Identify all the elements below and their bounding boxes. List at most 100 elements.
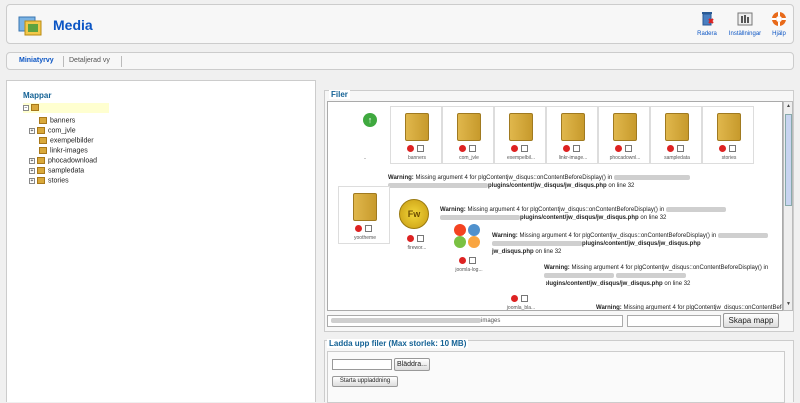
folder-icon bbox=[613, 113, 637, 141]
new-folder-name-input[interactable] bbox=[627, 315, 721, 327]
file-item-label: joomla_bla... bbox=[506, 305, 536, 311]
tree-item-label: phocadownload bbox=[48, 157, 98, 165]
delete-icon[interactable] bbox=[459, 145, 466, 152]
select-checkbox[interactable] bbox=[417, 235, 424, 242]
folder-icon bbox=[37, 177, 45, 184]
folders-legend: Mappar bbox=[21, 91, 54, 100]
delete-icon[interactable] bbox=[511, 145, 518, 152]
delete-icon[interactable] bbox=[563, 145, 570, 152]
select-checkbox[interactable] bbox=[469, 145, 476, 152]
trash-icon bbox=[702, 12, 714, 26]
settings-button[interactable]: Inställningar bbox=[725, 11, 765, 41]
delete-icon[interactable] bbox=[511, 295, 518, 302]
folder-icon bbox=[31, 104, 39, 111]
php-warning: Warning: Missing argument 4 for plgConte… bbox=[596, 305, 782, 311]
help-icon bbox=[772, 12, 786, 26]
file-item-folder[interactable]: yootheme bbox=[338, 186, 390, 244]
folder-tree-root[interactable]: − bbox=[23, 103, 109, 113]
scroll-down-icon[interactable]: ▼ bbox=[785, 301, 792, 309]
file-item-image[interactable]: joomla-log... bbox=[442, 220, 494, 278]
folder-icon bbox=[37, 127, 45, 134]
tab-detail-view[interactable]: Detaljerad vy bbox=[69, 57, 110, 64]
delete-icon[interactable] bbox=[719, 145, 726, 152]
tree-item-com-jvle[interactable]: + com_jvle bbox=[29, 127, 76, 137]
tree-item-label: linkr-images bbox=[50, 147, 88, 155]
current-path-field[interactable]: images bbox=[327, 315, 623, 327]
page-title: Media bbox=[53, 17, 93, 33]
delete-button[interactable]: Radera bbox=[687, 11, 727, 41]
delete-icon[interactable] bbox=[407, 145, 414, 152]
file-item-folder[interactable]: com_jvle bbox=[442, 106, 494, 164]
select-checkbox[interactable] bbox=[417, 145, 424, 152]
file-item-folder[interactable]: phocadownl... bbox=[598, 106, 650, 164]
tree-item-sampledata[interactable]: + sampledata bbox=[29, 167, 85, 177]
file-item-image[interactable]: Fw firewor... bbox=[390, 194, 442, 252]
files-grid: ↑ .. banners com_jvle exempelbil... link… bbox=[327, 101, 783, 311]
tree-item-linkr-images[interactable]: linkr-images bbox=[39, 147, 88, 157]
scroll-up-icon[interactable]: ▲ bbox=[785, 103, 792, 111]
delete-icon[interactable] bbox=[615, 145, 622, 152]
folder-icon bbox=[37, 157, 45, 164]
file-item-image[interactable]: joomla_bla... bbox=[494, 280, 546, 311]
help-button-label: Hjälp bbox=[772, 31, 786, 37]
start-upload-button[interactable]: Starta uppladdning bbox=[332, 376, 398, 387]
tree-item-stories[interactable]: + stories bbox=[29, 177, 69, 187]
expand-icon[interactable]: + bbox=[29, 127, 35, 134]
tab-divider bbox=[121, 56, 122, 67]
file-item-folder[interactable]: stories bbox=[702, 106, 754, 164]
tab-thumbnail-view[interactable]: Miniatyrvy bbox=[19, 57, 54, 64]
select-checkbox[interactable] bbox=[521, 295, 528, 302]
select-checkbox[interactable] bbox=[365, 225, 372, 232]
select-checkbox[interactable] bbox=[521, 145, 528, 152]
file-item-label: yootheme bbox=[354, 235, 376, 241]
browse-button[interactable]: Bläddra... bbox=[394, 358, 430, 371]
tree-item-banners[interactable]: banners bbox=[39, 117, 75, 127]
file-item-label: com_jvle bbox=[459, 155, 479, 161]
select-checkbox[interactable] bbox=[625, 145, 632, 152]
folders-panel: Mappar − banners + com_jvle exempelbilder… bbox=[6, 80, 316, 402]
delete-icon[interactable] bbox=[407, 235, 414, 242]
file-path-input[interactable] bbox=[332, 359, 392, 370]
create-folder-button[interactable]: Skapa mapp bbox=[723, 313, 779, 328]
delete-icon[interactable] bbox=[459, 257, 466, 264]
view-switcher: Miniatyrvy Detaljerad vy bbox=[6, 52, 794, 70]
tree-item-label: com_jvle bbox=[48, 127, 76, 135]
folder-icon bbox=[457, 113, 481, 141]
settings-button-label: Inställningar bbox=[728, 31, 762, 37]
expand-icon[interactable]: + bbox=[29, 177, 35, 184]
tree-item-label: sampledata bbox=[48, 167, 85, 175]
folder-icon bbox=[353, 193, 377, 221]
up-arrow-icon: ↑ bbox=[363, 113, 377, 127]
file-item-label: exempelbil... bbox=[506, 155, 536, 161]
file-item-folder[interactable]: linkr-image... bbox=[546, 106, 598, 164]
collapse-icon[interactable]: − bbox=[23, 104, 29, 111]
php-warning: Warning: Missing argument 4 for plgConte… bbox=[544, 265, 769, 287]
select-checkbox[interactable] bbox=[469, 257, 476, 264]
expand-icon[interactable]: + bbox=[29, 157, 35, 164]
expand-icon[interactable]: + bbox=[29, 167, 35, 174]
file-item-label: sampledata bbox=[664, 155, 690, 161]
file-item-up[interactable]: ↑ .. bbox=[338, 106, 390, 164]
file-item-folder[interactable]: banners bbox=[390, 106, 442, 164]
tree-item-phocadownload[interactable]: + phocadownload bbox=[29, 157, 98, 167]
files-panel: Filer ↑ .. banners com_jvle exempelbil..… bbox=[324, 90, 794, 332]
tree-item-exempelbilder[interactable]: exempelbilder bbox=[39, 137, 94, 147]
file-item-label: stories bbox=[721, 155, 737, 161]
file-item-label: linkr-image... bbox=[558, 155, 588, 161]
fireworks-image-thumbnail: Fw bbox=[399, 199, 429, 229]
folder-icon bbox=[717, 113, 741, 141]
upload-panel: Ladda upp filer (Max storlek: 10 MB) Blä… bbox=[324, 339, 794, 403]
scrollbar-thumb[interactable] bbox=[785, 114, 792, 206]
help-button[interactable]: Hjälp bbox=[765, 11, 793, 41]
joomla-logo-thumbnail bbox=[454, 224, 480, 248]
select-checkbox[interactable] bbox=[573, 145, 580, 152]
files-scrollbar[interactable]: ▲ ▼ bbox=[783, 101, 793, 311]
delete-icon[interactable] bbox=[667, 145, 674, 152]
folder-icon bbox=[39, 137, 47, 144]
delete-icon[interactable] bbox=[355, 225, 362, 232]
file-item-folder[interactable]: exempelbil... bbox=[494, 106, 546, 164]
select-checkbox[interactable] bbox=[677, 145, 684, 152]
select-checkbox[interactable] bbox=[729, 145, 736, 152]
file-item-folder[interactable]: sampledata bbox=[650, 106, 702, 164]
file-item-label: .. bbox=[363, 155, 367, 161]
